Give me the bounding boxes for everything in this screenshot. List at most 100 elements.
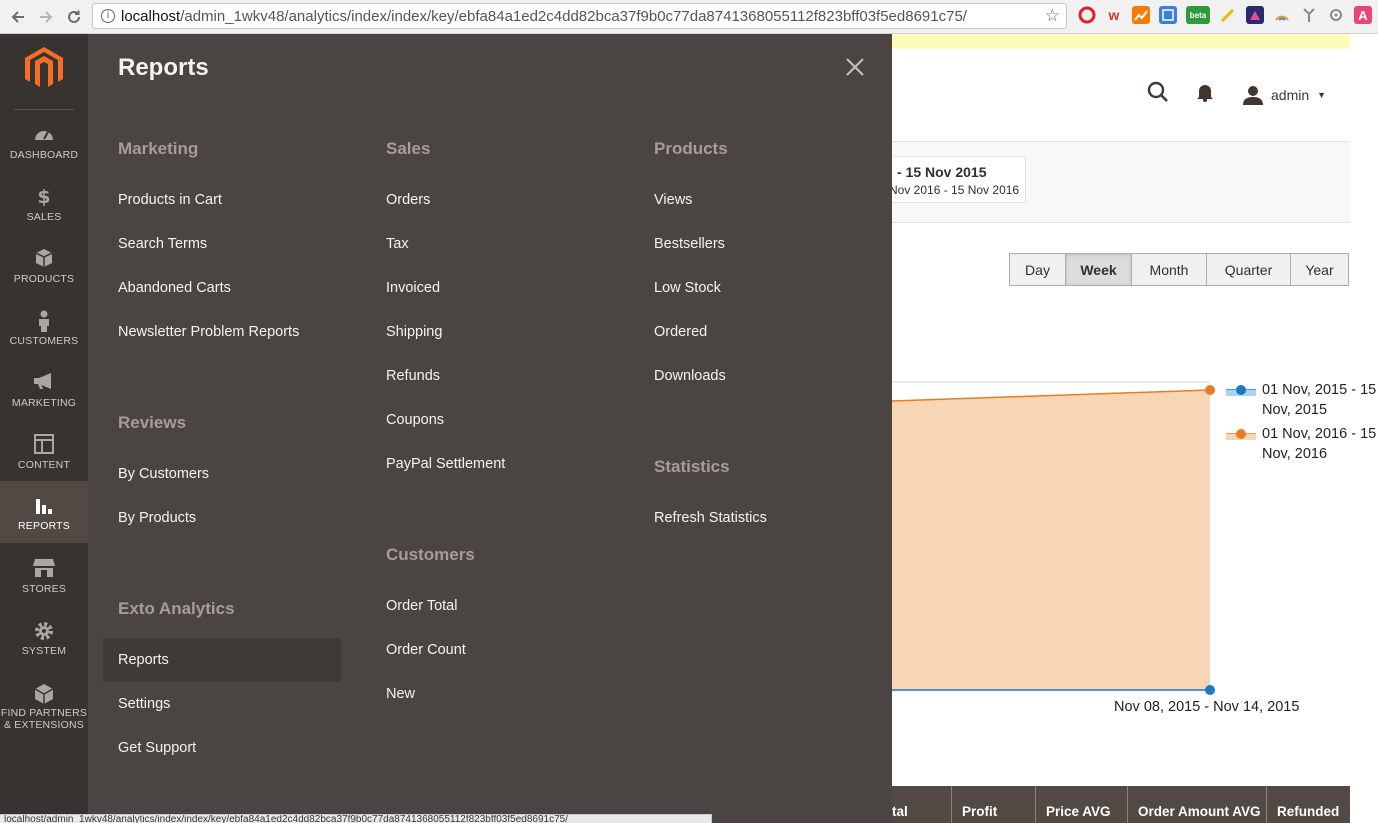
url-host: localhost xyxy=(121,7,181,25)
period-week-button[interactable]: Week xyxy=(1066,254,1132,285)
sidebar-item-reports[interactable]: REPORTS xyxy=(0,481,88,543)
info-icon[interactable]: i xyxy=(101,9,115,23)
section-reviews: Reviews xyxy=(118,413,187,432)
series-2016-area xyxy=(892,390,1210,690)
menu-item-ordered[interactable]: Ordered xyxy=(654,324,707,340)
trend-extension-icon[interactable] xyxy=(1132,6,1150,24)
report-table-header: tal Profit Price AVG Order Amount AVG Re… xyxy=(892,786,1350,823)
menu-item-by-customers[interactable]: By Customers xyxy=(118,466,209,482)
menu-item-views[interactable]: Views xyxy=(654,192,692,208)
period-switcher: Day Week Month Quarter Year xyxy=(1009,253,1349,286)
admin-username: admin xyxy=(1271,86,1310,103)
th-profit[interactable]: Profit xyxy=(951,786,1035,823)
th-order-amount-avg[interactable]: Order Amount AVG xyxy=(1127,786,1266,823)
menu-item-order-total[interactable]: Order Total xyxy=(386,598,457,614)
date-range-compare: Nov 2016 - 15 Nov 2016 xyxy=(889,183,1020,197)
section-statistics: Statistics xyxy=(654,457,730,476)
translate-extension-icon[interactable] xyxy=(1159,6,1177,24)
period-day-button[interactable]: Day xyxy=(1010,254,1066,285)
sidebar-label-stores: STORES xyxy=(21,583,67,595)
sidebar-item-system[interactable]: SYSTEM xyxy=(0,620,88,682)
sidebar-item-marketing[interactable]: MARKETING xyxy=(0,372,88,434)
legend-2015: 01 Nov, 2015 - 15 Nov, 2015 xyxy=(1262,380,1376,420)
th-total[interactable]: tal xyxy=(892,786,951,823)
w-extension-icon[interactable]: w xyxy=(1105,6,1123,24)
magento-logo-icon[interactable] xyxy=(25,47,63,89)
sidebar-label-customers: CUSTOMERS xyxy=(9,335,79,347)
menu-item-by-products[interactable]: By Products xyxy=(118,510,196,526)
bookmark-star-icon[interactable]: ☆ xyxy=(1045,6,1060,26)
menu-item-orders[interactable]: Orders xyxy=(386,192,430,208)
admin-user-menu[interactable]: admin ▼ xyxy=(1242,85,1326,105)
date-range-picker[interactable]: - 15 Nov 2015 Nov 2016 - 15 Nov 2016 xyxy=(880,156,1026,203)
screen-extension-icon[interactable] xyxy=(1246,6,1264,24)
pencil-extension-icon[interactable] xyxy=(1219,6,1237,24)
comparison-chart xyxy=(892,381,1256,695)
sidebar-label-reports: REPORTS xyxy=(18,520,70,532)
menu-item-bestsellers[interactable]: Bestsellers xyxy=(654,236,725,252)
chart-x-label: Nov 08, 2015 - Nov 14, 2015 xyxy=(1114,699,1300,715)
section-sales: Sales xyxy=(386,139,431,158)
sidebar-item-dashboard[interactable]: DASHBOARD xyxy=(0,124,88,186)
section-exto-analytics: Exto Analytics xyxy=(118,599,235,618)
puzzle-extension-icon[interactable] xyxy=(1327,6,1345,24)
menu-item-products-in-cart[interactable]: Products in Cart xyxy=(118,192,222,208)
menu-item-abandoned-carts[interactable]: Abandoned Carts xyxy=(118,280,231,296)
menu-item-exto-reports[interactable]: Reports xyxy=(103,638,341,682)
sidebar-item-stores[interactable]: STORES xyxy=(0,558,88,620)
sidebar-label-system: SYSTEM xyxy=(21,645,67,657)
period-year-button[interactable]: Year xyxy=(1291,254,1348,285)
opera-icon[interactable] xyxy=(1078,6,1096,24)
menu-item-paypal-settlement[interactable]: PayPal Settlement xyxy=(386,456,505,472)
menu-item-low-stock[interactable]: Low Stock xyxy=(654,280,721,296)
dollar-icon: $ xyxy=(37,186,51,208)
a-extension-icon[interactable]: A xyxy=(1354,6,1372,24)
user-icon xyxy=(1243,85,1263,105)
period-month-button[interactable]: Month xyxy=(1132,254,1207,285)
store-icon xyxy=(0,558,88,580)
branch-extension-icon[interactable] xyxy=(1300,6,1318,24)
beta-extension-icon[interactable]: beta xyxy=(1186,6,1210,24)
menu-item-tax[interactable]: Tax xyxy=(386,236,409,252)
menu-item-new[interactable]: New xyxy=(386,686,415,702)
menu-item-order-count[interactable]: Order Count xyxy=(386,642,466,658)
notifications-bell-icon[interactable] xyxy=(1196,82,1214,107)
sidebar-item-products[interactable]: PRODUCTS xyxy=(0,248,88,310)
sidebar-label-dashboard: DASHBOARD xyxy=(9,149,79,161)
search-icon[interactable] xyxy=(1146,80,1170,109)
reload-icon[interactable] xyxy=(61,4,87,30)
th-refunded[interactable]: Refunded xyxy=(1266,786,1350,823)
rainbow-extension-icon[interactable] xyxy=(1273,6,1291,24)
forward-icon[interactable] xyxy=(33,4,59,30)
sidebar-item-sales[interactable]: $ SALES xyxy=(0,186,88,248)
period-quarter-button[interactable]: Quarter xyxy=(1207,254,1291,285)
link-status-bar: localhost/admin_1wkv48/analytics/index/i… xyxy=(0,814,712,823)
menu-item-refresh-statistics[interactable]: Refresh Statistics xyxy=(654,510,767,526)
menu-item-invoiced[interactable]: Invoiced xyxy=(386,280,440,296)
person-icon xyxy=(0,310,88,332)
section-customers: Customers xyxy=(386,545,475,564)
back-icon[interactable] xyxy=(5,4,31,30)
sidebar-label-sales: SALES xyxy=(26,211,62,223)
sidebar-item-find-partners[interactable]: FIND PARTNERS & EXTENSIONS xyxy=(0,682,88,752)
menu-item-search-terms[interactable]: Search Terms xyxy=(118,236,207,252)
menu-item-get-support[interactable]: Get Support xyxy=(118,740,196,756)
reports-menu-panel: Reports Marketing Products in Cart Searc… xyxy=(88,34,892,823)
series-2015-point xyxy=(1205,685,1215,695)
menu-item-coupons[interactable]: Coupons xyxy=(386,412,444,428)
admin-sidebar: DASHBOARD $ SALES PRODUCTS CUSTOMERS MAR… xyxy=(0,34,88,823)
browser-toolbar: i localhost/admin_1wkv48/analytics/index… xyxy=(0,0,1378,34)
th-price-avg[interactable]: Price AVG xyxy=(1035,786,1127,823)
menu-item-newsletter-problem-reports[interactable]: Newsletter Problem Reports xyxy=(118,324,299,340)
address-bar[interactable]: i localhost/admin_1wkv48/analytics/index… xyxy=(92,3,1067,29)
sidebar-item-customers[interactable]: CUSTOMERS xyxy=(0,310,88,372)
layout-icon xyxy=(0,434,88,456)
menu-item-downloads[interactable]: Downloads xyxy=(654,368,726,384)
menu-item-exto-settings[interactable]: Settings xyxy=(118,696,170,712)
menu-item-refunds[interactable]: Refunds xyxy=(386,368,440,384)
menu-item-shipping[interactable]: Shipping xyxy=(386,324,442,340)
header-actions: admin ▼ xyxy=(1146,80,1326,109)
reports-menu-title: Reports xyxy=(118,54,209,81)
cube-icon xyxy=(0,248,88,270)
close-icon[interactable] xyxy=(840,52,870,82)
